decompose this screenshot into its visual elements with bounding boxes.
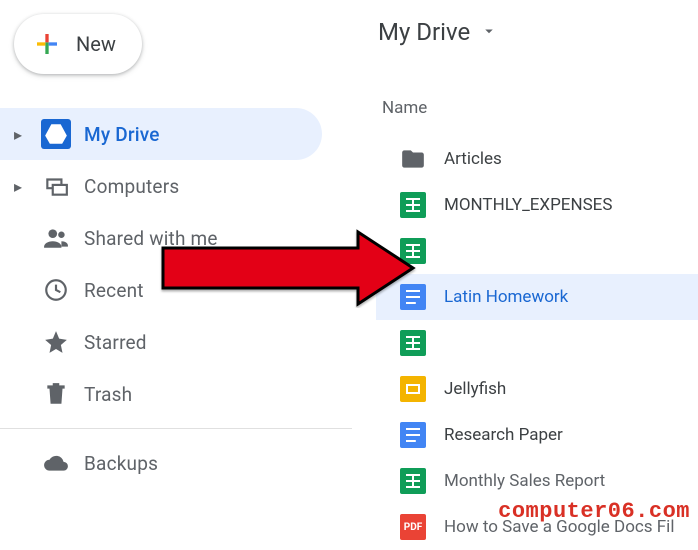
file-row[interactable]: MONTHLY_EXPENSES <box>376 182 698 228</box>
new-button-label: New <box>76 32 116 56</box>
file-row[interactable]: Monthly Sales Report <box>376 458 698 504</box>
sidebar-item-computers[interactable]: ▸ Computers <box>0 160 352 212</box>
sheet-icon <box>400 330 426 356</box>
sidebar-item-label: Computers <box>84 175 179 198</box>
breadcrumb[interactable]: My Drive <box>376 14 500 50</box>
drive-icon <box>28 119 84 149</box>
file-row[interactable]: Articles <box>376 136 698 182</box>
main-panel: My Drive Name Articles MONTHLY_EXPENSES La… <box>352 0 698 542</box>
sidebar-item-label: Starred <box>84 331 147 354</box>
expand-icon[interactable]: ▸ <box>8 125 28 144</box>
file-list: Articles MONTHLY_EXPENSES Latin Homework Je… <box>376 136 698 550</box>
sidebar-item-label: Recent <box>84 279 144 302</box>
file-row[interactable] <box>376 320 698 366</box>
sidebar-item-backups[interactable]: Backups <box>0 437 352 489</box>
sidebar-item-label: Backups <box>84 452 158 475</box>
file-name: How to Save a Google Docs Fil <box>444 517 674 537</box>
sheet-icon <box>400 192 426 218</box>
doc-icon <box>400 422 426 448</box>
breadcrumb-label: My Drive <box>378 18 470 46</box>
chevron-down-icon <box>480 18 498 46</box>
file-name: Jellyfish <box>444 379 506 399</box>
file-name: MONTHLY_EXPENSES <box>444 195 612 215</box>
folder-icon <box>400 146 426 172</box>
file-name: Monthly Sales Report <box>444 471 605 491</box>
sheet-icon <box>400 468 426 494</box>
sidebar-item-shared[interactable]: Shared with me <box>0 212 352 264</box>
sidebar-item-recent[interactable]: Recent <box>0 264 352 316</box>
sidebar-item-my-drive[interactable]: ▸ My Drive <box>0 108 322 160</box>
divider <box>0 428 352 429</box>
file-name: Articles <box>444 149 502 169</box>
sidebar: New ▸ My Drive ▸ Computers <box>0 0 352 542</box>
pdf-icon: PDF <box>400 514 426 540</box>
file-row[interactable] <box>376 228 698 274</box>
clock-icon <box>28 277 84 303</box>
doc-icon <box>400 284 426 310</box>
cloud-icon <box>28 450 84 476</box>
sidebar-item-label: My Drive <box>84 123 160 146</box>
column-header-name[interactable]: Name <box>376 98 698 118</box>
sidebar-item-trash[interactable]: Trash <box>0 368 352 420</box>
sidebar-item-label: Trash <box>84 383 132 406</box>
slide-icon <box>400 376 426 402</box>
sheet-icon <box>400 238 426 264</box>
file-row[interactable]: Research Paper <box>376 412 698 458</box>
nav-list: ▸ My Drive ▸ Computers Shared with me <box>0 108 352 489</box>
file-row[interactable]: PDF How to Save a Google Docs Fil <box>376 504 698 550</box>
star-icon <box>28 329 84 355</box>
sidebar-item-starred[interactable]: Starred <box>0 316 352 368</box>
new-button[interactable]: New <box>14 14 142 74</box>
trash-icon <box>28 381 84 407</box>
file-row[interactable]: Latin Homework <box>376 274 698 320</box>
people-icon <box>28 225 84 251</box>
expand-icon[interactable]: ▸ <box>8 177 28 196</box>
file-name: Latin Homework <box>444 287 568 307</box>
file-name: Research Paper <box>444 425 563 445</box>
sidebar-item-label: Shared with me <box>84 227 218 250</box>
file-row[interactable]: Jellyfish <box>376 366 698 412</box>
computers-icon <box>28 173 84 199</box>
plus-icon <box>32 29 62 59</box>
